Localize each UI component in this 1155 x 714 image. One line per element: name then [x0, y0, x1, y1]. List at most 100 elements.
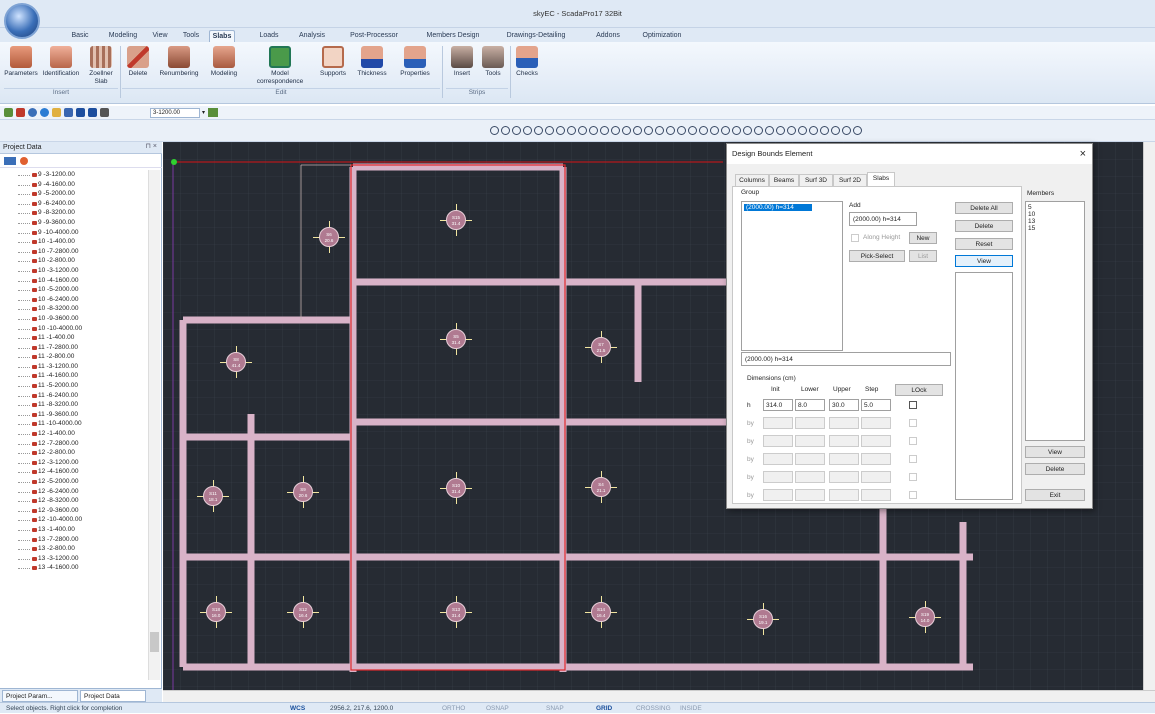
by-field[interactable]: [795, 435, 825, 447]
tab-view[interactable]: View: [146, 30, 174, 42]
level-tree-item[interactable]: 13 -3-1200.00: [0, 554, 148, 564]
level-tree-item[interactable]: 11 -6-2400.00: [0, 391, 148, 401]
select-window-icon[interactable]: [655, 126, 664, 136]
mode-crossing[interactable]: CROSSING: [636, 703, 671, 714]
strip-insert-button[interactable]: Insert: [446, 46, 478, 78]
level-tree-item[interactable]: 10 -10-4000.00: [0, 324, 148, 334]
redo-icon[interactable]: [831, 126, 840, 136]
slab-marker[interactable]: S7 21.5: [591, 337, 611, 357]
tree-scrollbar[interactable]: [148, 170, 160, 680]
by-lock-checkbox[interactable]: [909, 473, 917, 481]
view-button[interactable]: View: [955, 255, 1013, 267]
slab-marker[interactable]: S13 31.4: [446, 602, 466, 622]
tab-surf-3d[interactable]: Surf 3D: [799, 174, 833, 186]
add-input[interactable]: (2000.00) h=314: [849, 212, 917, 226]
save-icon[interactable]: [64, 108, 73, 118]
level-tree-item[interactable]: 12 -5-2000.00: [0, 477, 148, 487]
tree-scroll-thumb[interactable]: [150, 632, 159, 652]
zoellner-slab-button[interactable]: Zoellner Slab: [84, 46, 118, 86]
slab-marker[interactable]: S10 31.4: [446, 478, 466, 498]
undo-icon[interactable]: [820, 126, 829, 136]
slab-marker[interactable]: S6 20.6: [319, 227, 339, 247]
by-field[interactable]: [861, 489, 891, 501]
exit-button[interactable]: Exit: [1025, 489, 1085, 501]
properties-button[interactable]: Properties: [392, 46, 438, 78]
zoom-in-icon[interactable]: [710, 126, 719, 136]
level-tree-item[interactable]: 11 -2-800.00: [0, 352, 148, 362]
by-field[interactable]: [795, 489, 825, 501]
level-tree-item[interactable]: 10 -5-2000.00: [0, 285, 148, 295]
canvas-horizontal-scrollbar[interactable]: [163, 690, 1155, 702]
slab-marker[interactable]: S19 14.0: [915, 607, 935, 627]
slab-marker[interactable]: S4 21.1: [591, 477, 611, 497]
level-tree-item[interactable]: 11 -3-1200.00: [0, 362, 148, 372]
by-field[interactable]: [829, 453, 859, 465]
level-tree-item[interactable]: 12 -7-2800.00: [0, 439, 148, 449]
mode-inside[interactable]: INSIDE: [680, 703, 702, 714]
level-tree-item[interactable]: 10 -4-1600.00: [0, 276, 148, 286]
members-view-button[interactable]: View: [1025, 446, 1085, 458]
level-settings-icon[interactable]: [208, 108, 218, 117]
tab-columns[interactable]: Columns: [735, 174, 769, 186]
group-list[interactable]: (2000.00) h=314: [741, 201, 843, 351]
tab-post-processor[interactable]: Post-Processor: [344, 30, 404, 42]
by-field[interactable]: [763, 417, 793, 429]
snap-center-icon[interactable]: [545, 126, 554, 136]
lock-button[interactable]: LOck: [895, 384, 943, 396]
tab-project-data[interactable]: Project Data: [80, 690, 146, 702]
intersection-icon[interactable]: [567, 126, 576, 136]
level-down-icon[interactable]: [88, 108, 97, 118]
tab-project-parameters[interactable]: Project Param...: [2, 690, 78, 702]
level-tree-item[interactable]: 9 -8-3200.00: [0, 208, 148, 218]
level-tree-item[interactable]: 11 -5-2000.00: [0, 381, 148, 391]
by-field[interactable]: [795, 453, 825, 465]
by-lock-checkbox[interactable]: [909, 419, 917, 427]
grid-icon[interactable]: [4, 108, 13, 118]
tab-addons[interactable]: Addons: [588, 30, 628, 42]
level-tree-item[interactable]: 10 -7-2800.00: [0, 247, 148, 257]
layers-icon[interactable]: [798, 126, 807, 136]
level-tree-item[interactable]: 9 -5-2000.00: [0, 189, 148, 199]
app-menu-button[interactable]: [4, 3, 40, 39]
list-button[interactable]: List: [909, 250, 937, 262]
level-tree-item[interactable]: 9 -6-2400.00: [0, 199, 148, 209]
level-tree-item[interactable]: 11 -1-400.00: [0, 333, 148, 343]
model-icon[interactable]: [16, 108, 25, 118]
level-tree-item[interactable]: 12 -2-800.00: [0, 448, 148, 458]
level-tree-item[interactable]: 11 -7-2800.00: [0, 343, 148, 353]
level-tree-item[interactable]: 13 -2-800.00: [0, 544, 148, 554]
delete-button[interactable]: Delete: [122, 46, 154, 78]
level-tree-item[interactable]: 12 -1-400.00: [0, 429, 148, 439]
slab-marker[interactable]: S12 16.4: [293, 602, 313, 622]
zoom-icon[interactable]: [699, 126, 708, 136]
model-correspondence-button[interactable]: Model correspondence: [250, 46, 310, 86]
level-tree-item[interactable]: 12 -8-3200.00: [0, 496, 148, 506]
along-height-checkbox[interactable]: [851, 234, 859, 242]
delete-all-button[interactable]: Delete All: [955, 202, 1013, 214]
by-field[interactable]: [861, 417, 891, 429]
level-combo[interactable]: 3-1200.00: [150, 108, 200, 118]
level-tree-item[interactable]: 10 -8-3200.00: [0, 304, 148, 314]
by-field[interactable]: [763, 471, 793, 483]
tab-slabs[interactable]: Slabs: [867, 172, 895, 186]
supports-button[interactable]: Supports: [314, 46, 352, 78]
slab-marker[interactable]: S11 18.1: [203, 486, 223, 506]
member-item[interactable]: 10: [1028, 211, 1082, 218]
zoom-all-icon[interactable]: [743, 126, 752, 136]
tab-drawings-detailing[interactable]: Drawings-Detailing: [498, 30, 574, 42]
h-lower-field[interactable]: 8.0: [795, 399, 825, 411]
tab-analysis[interactable]: Analysis: [292, 30, 332, 42]
mode-snap[interactable]: SNAP: [546, 703, 564, 714]
pick-select-button[interactable]: Pick-Select: [849, 250, 905, 262]
brush-icon[interactable]: [842, 126, 851, 136]
member-item[interactable]: 13: [1028, 218, 1082, 225]
level-tree-item[interactable]: 10 -6-2400.00: [0, 295, 148, 305]
level-tree-item[interactable]: 11 -8-3200.00: [0, 400, 148, 410]
slab-marker[interactable]: S15 31.4: [446, 210, 466, 230]
mode-grid[interactable]: GRID: [596, 703, 612, 714]
reset-button[interactable]: Reset: [955, 238, 1013, 250]
parameters-button[interactable]: Parameters: [4, 46, 38, 78]
circle-icon[interactable]: [534, 126, 543, 136]
refresh-icon[interactable]: [20, 157, 28, 165]
pen-icon[interactable]: [688, 126, 697, 136]
